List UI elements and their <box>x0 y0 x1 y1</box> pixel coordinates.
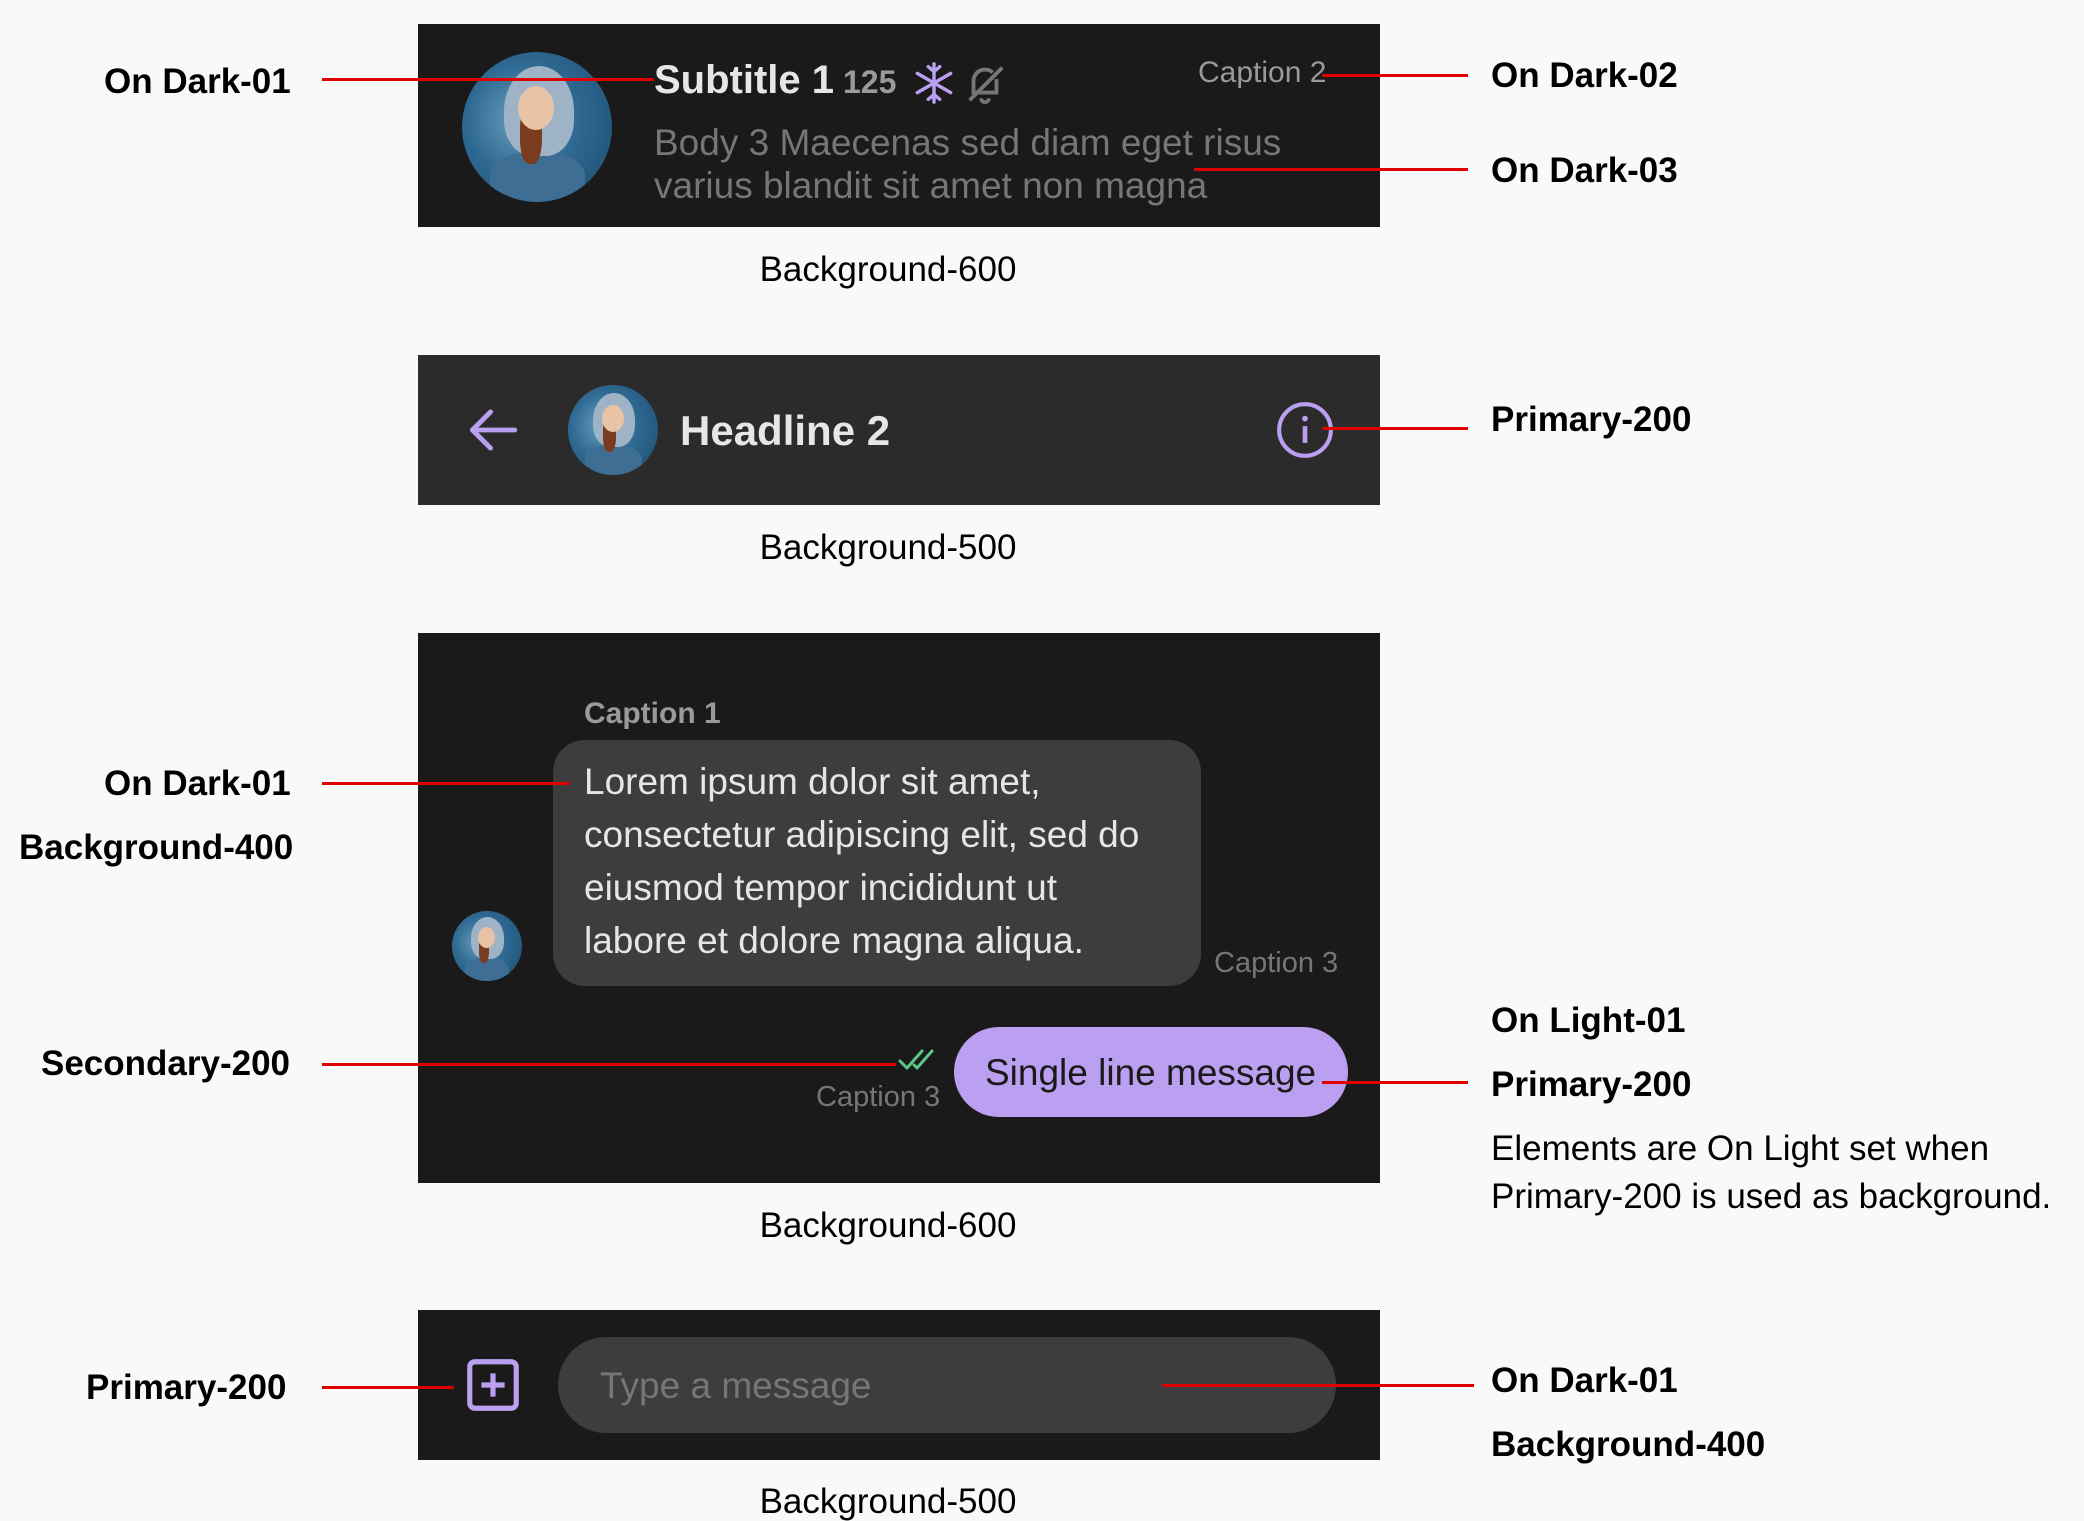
annotation-primary-200-header: Primary-200 <box>1491 400 1692 439</box>
add-box-icon[interactable] <box>462 1354 524 1416</box>
panel1-background-label: Background-600 <box>759 250 1017 289</box>
chat-header-title: Headline 2 <box>680 407 891 454</box>
chat-header-panel: Headline 2 <box>418 355 1380 505</box>
annotation-line-secondary-200 <box>322 1063 896 1066</box>
bell-off-icon <box>968 66 1004 105</box>
avatar <box>568 385 658 475</box>
panel2-background-label: Background-500 <box>759 528 1017 567</box>
message-input-placeholder: Type a message <box>600 1365 872 1406</box>
annotation-line-primary-200-input <box>322 1386 454 1389</box>
snowflake-icon <box>915 62 953 104</box>
annotation-on-dark-01-bubble: On Dark-01 <box>104 764 291 803</box>
conversation-title: Subtitle 1 <box>654 58 835 102</box>
sender-name-caption: Caption 1 <box>584 697 721 730</box>
annotation-on-dark-02: On Dark-02 <box>1491 56 1678 95</box>
chat-messages-panel: Caption 1 Lorem ipsum dolor sit amet, co… <box>418 633 1380 1183</box>
annotation-background-400-input: Background-400 <box>1491 1425 1766 1464</box>
sent-message-bubble[interactable]: Single line message <box>954 1027 1348 1117</box>
conversation-list-item-panel[interactable]: Subtitle 1 125 Caption 2 Body 3 Maecenas… <box>418 24 1380 227</box>
double-check-icon <box>898 1049 934 1070</box>
annotation-on-dark-03: On Dark-03 <box>1491 151 1678 190</box>
unread-count: 125 <box>843 64 897 100</box>
annotation-on-dark-01-top: On Dark-01 <box>104 62 291 101</box>
sent-message-text: Single line message <box>985 1052 1317 1093</box>
annotation-background-400-bubble: Background-400 <box>19 828 294 867</box>
info-icon[interactable] <box>1274 399 1336 461</box>
conversation-timestamp: Caption 2 <box>1198 56 1327 89</box>
annotation-line-on-dark-02 <box>1322 74 1468 77</box>
annotation-line-primary-200-sent <box>1322 1081 1468 1084</box>
bubble-text-line-3: eiusmod tempor incididunt ut <box>584 867 1058 908</box>
sent-timestamp: Caption 3 <box>816 1081 941 1113</box>
annotation-line-on-dark-03 <box>1194 168 1468 171</box>
annotation-note-line-2: Primary-200 is used as background. <box>1491 1177 2052 1216</box>
annotation-primary-200-sent: Primary-200 <box>1491 1065 1692 1104</box>
annotation-note-line-1: Elements are On Light set when <box>1491 1129 1990 1168</box>
avatar <box>462 52 612 202</box>
annotation-primary-200-input: Primary-200 <box>86 1368 287 1407</box>
annotation-on-dark-01-input: On Dark-01 <box>1491 1361 1678 1400</box>
received-timestamp: Caption 3 <box>1214 947 1339 979</box>
arrow-left-icon[interactable] <box>464 401 522 459</box>
annotation-line-on-dark-01-top <box>322 78 654 81</box>
bubble-text-line-4: labore et dolore magna aliqua. <box>584 920 1084 961</box>
message-preview-line-1: Body 3 Maecenas sed diam eget risus <box>654 122 1282 163</box>
annotation-line-on-dark-01-input <box>1162 1384 1474 1387</box>
bubble-text-line-1: Lorem ipsum dolor sit amet, <box>584 761 1041 802</box>
annotation-on-light-01: On Light-01 <box>1491 1001 1686 1040</box>
bubble-text-line-2: consectetur adipiscing elit, sed do <box>584 814 1140 855</box>
message-preview-line-2: varius blandit sit amet non magna <box>654 165 1208 206</box>
received-message-bubble[interactable]: Lorem ipsum dolor sit amet, consectetur … <box>553 740 1201 986</box>
annotation-line-on-dark-01-bubble <box>322 782 570 785</box>
avatar <box>452 911 522 981</box>
panel3-background-label: Background-600 <box>759 1206 1017 1245</box>
panel4-background-label: Background-500 <box>759 1482 1017 1521</box>
annotation-secondary-200: Secondary-200 <box>41 1044 291 1083</box>
annotation-line-primary-200-header <box>1322 427 1468 430</box>
